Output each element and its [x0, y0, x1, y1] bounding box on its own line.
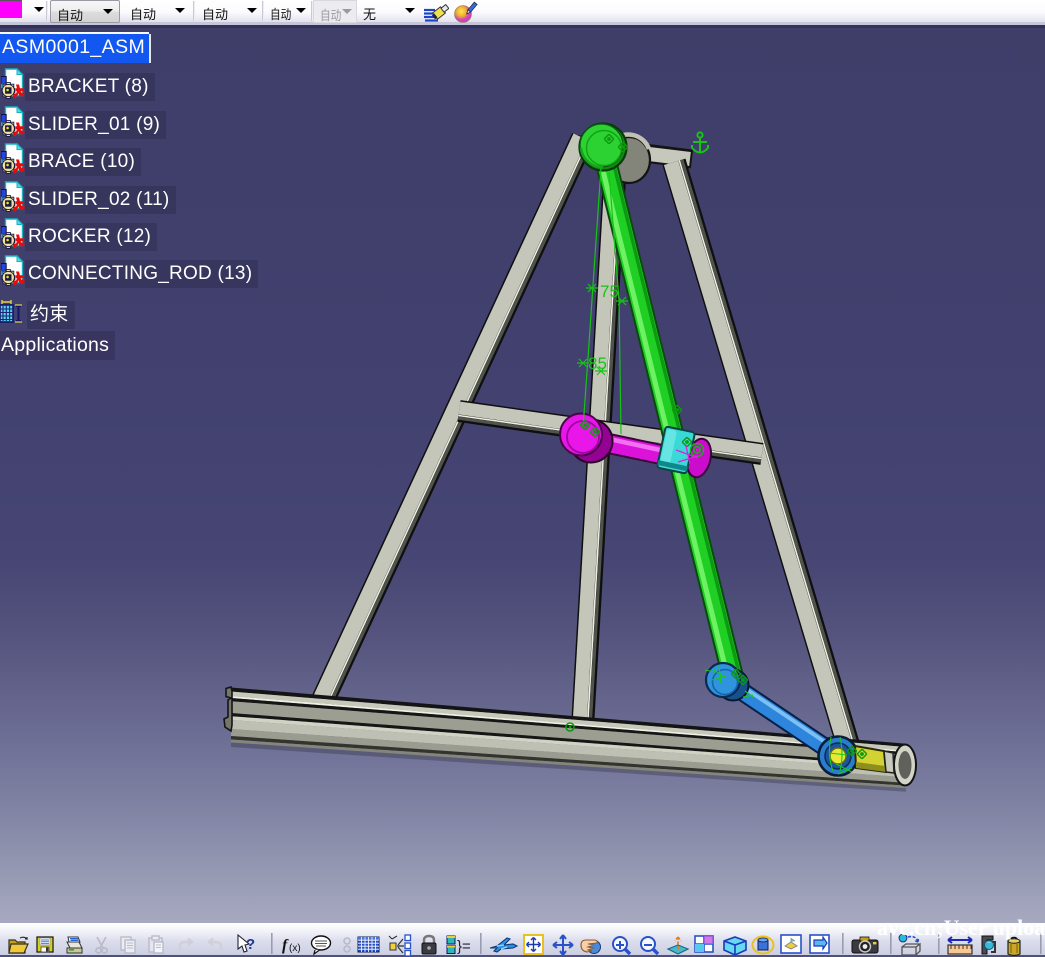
svg-text:85: 85 [588, 354, 607, 373]
svg-text:}=: }= [457, 938, 471, 955]
svg-text:(x): (x) [289, 943, 301, 954]
svg-text:?: ? [246, 936, 255, 953]
svg-text:75: 75 [600, 282, 619, 301]
svg-text:f: f [282, 937, 289, 954]
